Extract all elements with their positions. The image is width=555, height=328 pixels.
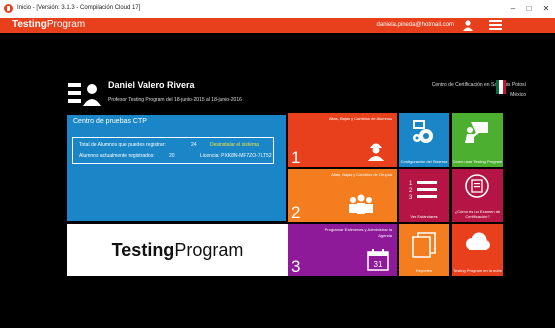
settings-icon: [413, 120, 433, 143]
logo-light: Program: [174, 240, 244, 260]
exam-info-icon: [465, 174, 489, 198]
maximize-button[interactable]: □: [521, 2, 537, 15]
brand-light: Program: [46, 19, 86, 30]
logo-bold: Testing: [111, 240, 175, 260]
testing-program-logo: TestingProgram: [67, 224, 288, 276]
teacher-period: Profesor Testing Program del 18-junio-20…: [108, 97, 242, 103]
tile-config[interactable]: Configuración del Sistema: [399, 113, 449, 167]
center-country: México: [510, 92, 526, 98]
center-name: Centro de Certificación en San Luis Poto…: [431, 82, 526, 88]
tile-reports[interactable]: Reportes: [399, 224, 449, 276]
calendar-icon: 31: [367, 249, 389, 271]
window-titlebar: Inicio - [Versión: 3.1.3 - Compilación C…: [0, 0, 555, 18]
tile-exam-info-label: ¿Cómo es un Examen de Certificación?: [454, 209, 501, 219]
close-button[interactable]: ✕: [538, 2, 554, 15]
test-center-stats: Total de Alumnos que puedes registrar: 2…: [72, 137, 274, 164]
registered-label: Alumnos actualmente registrados:: [79, 153, 155, 159]
brand-logo: TestingProgram: [12, 19, 85, 30]
remaining-label: Total de Alumnos que puedes registrar:: [79, 142, 166, 148]
mexico-flag-icon: [496, 80, 506, 94]
test-center-panel: Centro de pruebas CTP Total de Alumnos q…: [67, 115, 286, 221]
presenter-icon: [465, 122, 488, 143]
tile-how-to-label: Cómo usar Testing Program: [452, 159, 503, 164]
tile-config-label: Configuración del Sistema: [400, 159, 448, 164]
license-key: Licencia: PXK8N-MF7ZO-7LT52: [200, 153, 272, 159]
tile-reports-label: Reportes: [415, 268, 433, 273]
teacher-name: Daniel Valero Rivera: [108, 80, 195, 90]
certification-center: Centro de Certificación en San Luis Poto…: [432, 80, 526, 100]
reports-icon: [412, 232, 436, 258]
student-icon: [368, 143, 384, 161]
tile-students-label: Altas, Bajas y Cambios de Alumnos: [328, 116, 392, 121]
list-icon: 1 2 3: [409, 181, 437, 201]
tile-groups-label: Altas, Bajas y Cambios de Grupos: [331, 172, 392, 177]
user-email[interactable]: daniela.pineda@hotmail.com: [377, 22, 454, 28]
tile-cloud[interactable]: Testing Program en la nube: [452, 224, 503, 276]
app-header: TestingProgram daniela.pineda@hotmail.co…: [0, 18, 555, 33]
tile-how-to[interactable]: Cómo usar Testing Program: [452, 113, 503, 167]
tile-exam-info[interactable]: ¿Cómo es un Examen de Certificación?: [452, 169, 503, 222]
tile-groups[interactable]: Altas, Bajas y Cambios de Grupos 2: [288, 169, 397, 222]
tile-exams-number: 3: [291, 257, 301, 276]
tile-standards[interactable]: 1 2 3 Ver Estándares: [399, 169, 449, 222]
tile-exams-label: Programar Exámenes y Administrar la Agen…: [324, 227, 392, 238]
user-icon[interactable]: [462, 20, 474, 31]
remaining-count: 24: [191, 142, 197, 148]
tile-standards-label: Ver Estándares: [410, 214, 438, 219]
window-title: Inicio - [Versión: 3.1.3 - Compilación C…: [17, 5, 141, 11]
uninstall-link[interactable]: Desinstalar el sistema: [210, 142, 259, 148]
tile-exams[interactable]: Programar Exámenes y Administrar la Agen…: [288, 224, 397, 276]
group-icon: [349, 194, 373, 214]
cloud-icon: [466, 232, 490, 250]
brand-bold: Testing: [12, 19, 47, 30]
svg-text:1: 1: [409, 181, 413, 187]
test-center-title: Centro de pruebas CTP: [73, 118, 147, 125]
teacher-icon: [68, 83, 101, 106]
registered-count: 20: [169, 153, 175, 159]
app-icon: [4, 4, 13, 13]
tile-cloud-label: Testing Program en la nube: [453, 268, 502, 273]
svg-text:3: 3: [409, 195, 413, 201]
tile-students[interactable]: Altas, Bajas y Cambios de Alumnos 1: [288, 113, 397, 167]
tile-students-number: 1: [291, 148, 301, 167]
minimize-button[interactable]: –: [505, 2, 521, 15]
tile-groups-number: 2: [291, 203, 301, 222]
svg-text:2: 2: [409, 188, 413, 194]
calendar-day: 31: [374, 260, 383, 269]
menu-icon[interactable]: [489, 20, 502, 31]
